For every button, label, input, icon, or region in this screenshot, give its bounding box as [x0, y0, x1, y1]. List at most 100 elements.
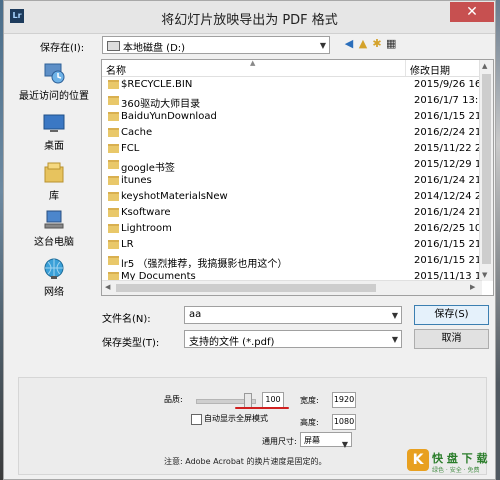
scroll-thumb[interactable]: [116, 284, 376, 292]
file-name: Lightroom: [121, 223, 172, 234]
common-size-value: 屏幕: [304, 436, 320, 445]
list-item[interactable]: FCL 2015/11/22 23: [102, 141, 488, 157]
watermark-text: 快 盘 下 载: [432, 452, 488, 465]
annotation-underline: [235, 407, 289, 409]
folder-icon: [108, 224, 119, 233]
place-label: 桌面: [44, 141, 64, 152]
list-item[interactable]: 360驱动大师目录 2016/1/7 13:16: [102, 93, 491, 110]
quality-label: 品质:: [164, 395, 183, 404]
file-date: 2015/12/29 12: [414, 159, 488, 170]
height-input[interactable]: 1080: [332, 414, 356, 430]
vertical-scrollbar[interactable]: ▲ ▼: [479, 60, 493, 281]
watermark-logo: K 快 盘 下 载 绿色 · 安全 · 免费: [407, 447, 499, 480]
column-divider[interactable]: [405, 60, 406, 76]
folder-icon: [108, 208, 119, 217]
place-label: 网络: [44, 287, 64, 298]
sort-ascending-icon: ▲: [250, 59, 256, 67]
place-desktop[interactable]: 桌面: [14, 113, 94, 152]
file-name: Cache: [121, 127, 153, 138]
libraries-icon: [44, 162, 64, 183]
close-button[interactable]: ✕: [450, 2, 494, 22]
title-bar: Lr 将幻灯片放映导出为 PDF 格式 ✕: [4, 1, 495, 34]
scroll-up-icon[interactable]: ▲: [482, 62, 487, 70]
list-item[interactable]: Cache 2016/2/24 21:5: [102, 125, 491, 141]
list-item[interactable]: Lightroom 2016/2/25 10:5: [102, 221, 491, 237]
scroll-left-icon[interactable]: ◀: [105, 283, 110, 291]
file-list-header: ▲ 名称 修改日期: [102, 59, 493, 77]
file-name: $RECYCLE.BIN: [121, 79, 193, 90]
desktop-icon: [43, 114, 65, 132]
dialog-title: 将幻灯片放映导出为 PDF 格式: [161, 13, 338, 28]
filetype-value: 支持的文件 (*.pdf): [189, 337, 275, 348]
file-name: itunes: [121, 175, 152, 186]
folder-icon: [108, 128, 119, 137]
list-item[interactable]: itunes 2016/1/24 21:5: [102, 173, 491, 189]
folder-icon: [108, 240, 119, 249]
list-item[interactable]: BaiduYunDownload 2016/1/15 21:1: [102, 109, 491, 125]
filename-value: aa: [189, 309, 202, 320]
folder-icon: [108, 96, 119, 105]
watermark-badge-icon: K: [407, 449, 429, 471]
place-libraries[interactable]: 库: [14, 161, 94, 202]
quality-input[interactable]: 100: [262, 392, 284, 408]
width-label: 宽度:: [300, 396, 319, 405]
chevron-down-icon[interactable]: ▼: [392, 311, 398, 320]
common-size-dropdown[interactable]: 屏幕 ▼: [300, 432, 352, 449]
filetype-label: 保存类型(T):: [102, 338, 160, 349]
list-item[interactable]: LR 2016/1/15 21:5: [102, 237, 491, 253]
list-item[interactable]: lr5 （强烈推荐，我搞摄影也用这个） 2016/1/15 21:3: [102, 253, 491, 270]
scroll-thumb[interactable]: [482, 74, 491, 264]
cancel-button[interactable]: 取消: [414, 329, 489, 349]
note-text: 注意: Adobe Acrobat 的换片速度是固定的。: [164, 457, 327, 466]
chevron-down-icon: ▼: [391, 335, 398, 344]
scroll-down-icon[interactable]: ▼: [482, 271, 487, 279]
view-menu-icon[interactable]: ▦: [386, 38, 398, 50]
common-size-label: 通用尺寸:: [262, 437, 297, 446]
list-item[interactable]: Ksoftware 2016/1/24 21:4: [102, 205, 491, 221]
place-network[interactable]: 网络: [14, 257, 94, 298]
back-icon[interactable]: ◀: [344, 38, 356, 50]
place-recent[interactable]: 最近访问的位置: [14, 61, 94, 102]
place-label: 最近访问的位置: [19, 91, 89, 102]
horizontal-scrollbar[interactable]: ◀ ▶: [102, 280, 482, 295]
list-item[interactable]: $RECYCLE.BIN 2015/9/26 16:4: [102, 77, 491, 93]
folder-icon: [108, 192, 119, 201]
file-name: google书签: [121, 163, 175, 174]
save-button[interactable]: 保存(S): [414, 305, 489, 325]
up-folder-icon[interactable]: ▲: [358, 38, 370, 50]
file-name: lr5 （强烈推荐，我搞摄影也用这个）: [121, 259, 288, 270]
scroll-right-icon[interactable]: ▶: [470, 283, 475, 291]
width-input[interactable]: 1920: [332, 392, 356, 408]
watermark-subtext: 绿色 · 安全 · 免费: [432, 467, 480, 474]
folder-icon: [108, 176, 119, 185]
chevron-down-icon: ▼: [319, 41, 326, 50]
recent-places-icon: [44, 63, 65, 84]
folder-icon: [108, 160, 119, 169]
file-date: 2014/12/24 21: [414, 191, 488, 202]
save-in-dropdown[interactable]: 本地磁盘 (D:) ▼: [102, 36, 330, 54]
file-name: Ksoftware: [121, 207, 171, 218]
place-label: 库: [49, 191, 59, 202]
new-folder-icon[interactable]: ✱: [372, 38, 384, 50]
column-header-date[interactable]: 修改日期: [410, 62, 450, 77]
file-date: 2015/11/22 23: [414, 143, 488, 154]
file-name: LR: [121, 239, 134, 250]
save-in-label: 保存在(I):: [40, 43, 85, 54]
fullscreen-checkbox[interactable]: [191, 414, 202, 425]
place-label: 这台电脑: [34, 237, 74, 248]
folder-icon: [108, 112, 119, 121]
file-name: BaiduYunDownload: [121, 111, 217, 122]
folder-icon: [108, 144, 119, 153]
folder-icon: [108, 80, 119, 89]
column-header-name[interactable]: 名称: [106, 62, 126, 77]
drive-icon: [107, 41, 120, 51]
network-icon: [44, 258, 64, 279]
place-this-pc[interactable]: 这台电脑: [14, 209, 94, 248]
filetype-dropdown[interactable]: 支持的文件 (*.pdf) ▼: [184, 330, 402, 348]
list-item[interactable]: google书签 2015/12/29 12: [102, 157, 488, 174]
file-name: 360驱动大师目录: [121, 99, 201, 110]
list-item[interactable]: keyshotMaterialsNew 2014/12/24 21: [102, 189, 488, 205]
filename-label: 文件名(N):: [102, 314, 151, 325]
height-label: 高度:: [300, 418, 319, 427]
filename-field[interactable]: aa ▼: [184, 306, 402, 324]
